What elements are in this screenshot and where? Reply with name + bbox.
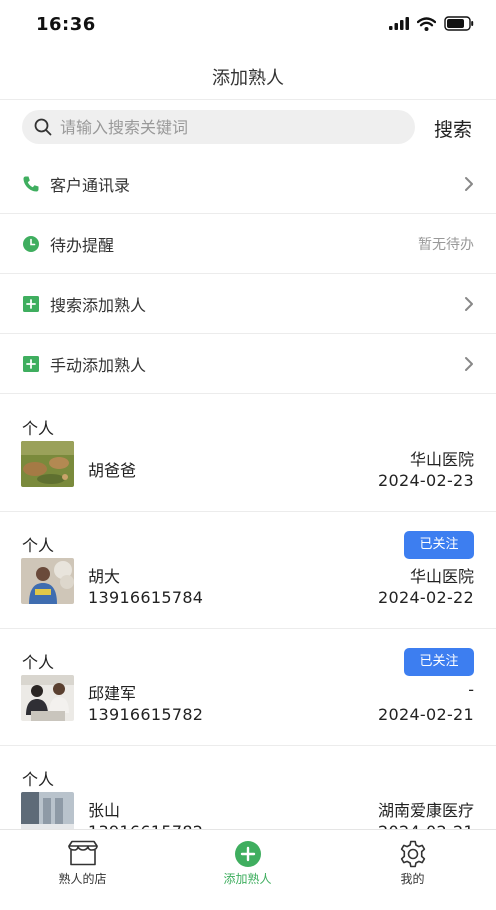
contact-date: 2024-02-23 <box>378 471 474 490</box>
wifi-icon <box>417 16 436 31</box>
phone-icon <box>23 176 39 191</box>
tab-acquaintance-store[interactable]: 熟人的店 <box>0 830 165 900</box>
tab-label: 添加熟人 <box>223 872 272 886</box>
contact-organization: 华山医院 <box>409 567 474 586</box>
tab-add-acquaintance[interactable]: 添加熟人 <box>165 830 330 900</box>
contact-phone: 13916615784 <box>88 588 204 607</box>
status-time: 16:36 <box>36 14 96 35</box>
followed-badge[interactable]: 已关注 <box>404 648 474 676</box>
contact-type: 个人 <box>22 419 55 438</box>
bottom-tab-bar: 熟人的店 添加熟人 我的 <box>0 829 496 910</box>
menu-item-label: 客户通讯录 <box>50 175 131 195</box>
gear-icon <box>400 840 425 868</box>
contact-photo <box>21 558 74 604</box>
contact-photo <box>21 441 74 487</box>
contact-type: 个人 <box>22 536 55 555</box>
contact-date: 2024-02-22 <box>378 588 474 607</box>
search-box[interactable] <box>22 110 415 144</box>
menu-item-customer-contacts[interactable]: 客户通讯录 <box>0 154 496 214</box>
search-row: 搜索 <box>0 100 496 154</box>
plus-circle-icon <box>234 841 261 867</box>
contact-organization: 湖南爱康医疗 <box>377 801 474 820</box>
contact-organization: 华山医院 <box>409 450 474 469</box>
chevron-right-icon <box>465 357 473 371</box>
menu-item-label: 搜索添加熟人 <box>50 295 147 315</box>
chevron-right-icon <box>465 297 473 311</box>
page-title: 添加熟人 <box>212 68 284 89</box>
contact-date: 2024-02-21 <box>378 705 474 724</box>
clock-icon <box>23 235 39 252</box>
plus-square-icon <box>23 355 39 372</box>
nav-bar: 添加熟人 <box>0 52 496 100</box>
tab-label: 熟人的店 <box>58 872 107 886</box>
battery-icon <box>444 16 474 31</box>
todo-status-text: 暂无待办 <box>418 237 474 253</box>
contact-card[interactable]: 个人 胡爸爸 华山医院 2024-02-23 <box>0 395 496 512</box>
status-icons <box>389 16 474 31</box>
contact-name: 张山 <box>88 801 121 820</box>
contact-phone: 13916615782 <box>88 705 204 724</box>
menu-item-search-add[interactable]: 搜索添加熟人 <box>0 274 496 334</box>
contact-name: 胡大 <box>88 567 121 586</box>
menu-item-manual-add[interactable]: 手动添加熟人 <box>0 334 496 394</box>
menu-item-todo-reminder[interactable]: 待办提醒 暂无待办 <box>0 214 496 274</box>
search-icon <box>34 118 52 136</box>
contact-photo <box>21 675 74 721</box>
contact-name: 胡爸爸 <box>88 461 137 480</box>
cellular-signal-icon <box>389 17 409 30</box>
store-icon <box>67 840 98 866</box>
search-input[interactable] <box>60 117 380 137</box>
menu-item-label: 手动添加熟人 <box>50 355 147 375</box>
chevron-right-icon <box>465 177 473 191</box>
status-bar: 16:36 <box>0 0 496 52</box>
followed-badge[interactable]: 已关注 <box>404 531 474 559</box>
contact-type: 个人 <box>22 770 55 789</box>
contact-name: 邱建军 <box>88 684 137 703</box>
contact-card[interactable]: 个人 已关注 胡大 13916615784 华山医院 2024-02-22 <box>0 512 496 629</box>
tab-mine[interactable]: 我的 <box>330 830 495 900</box>
contact-type: 个人 <box>22 653 55 672</box>
contact-card[interactable]: 个人 已关注 邱建军 13916615782 - 2024-02-21 <box>0 629 496 746</box>
tab-label: 我的 <box>400 872 425 886</box>
menu-item-label: 待办提醒 <box>50 235 115 255</box>
contact-organization: - <box>468 680 474 699</box>
plus-square-icon <box>23 295 39 312</box>
search-button[interactable]: 搜索 <box>434 115 472 142</box>
